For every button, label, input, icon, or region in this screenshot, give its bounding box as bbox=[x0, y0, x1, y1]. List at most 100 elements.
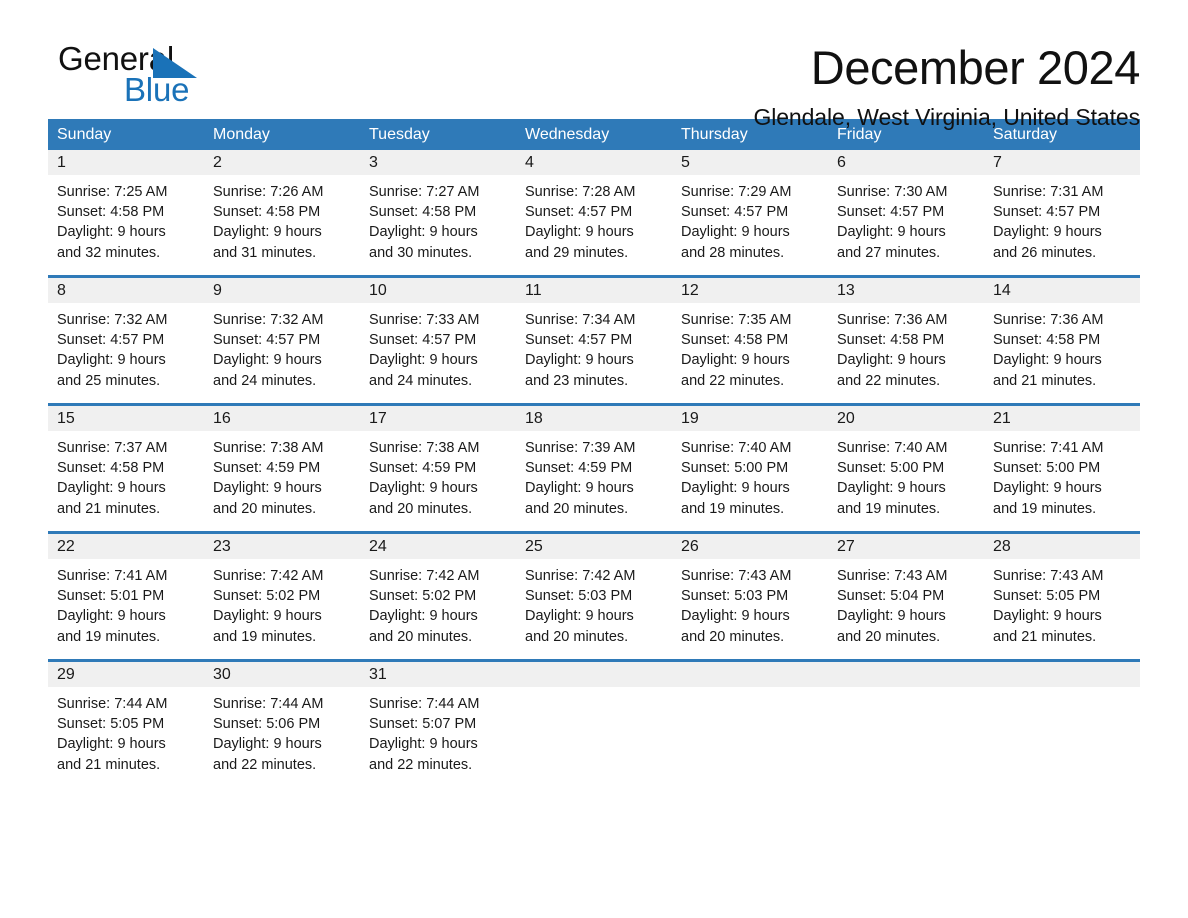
sunset-text: Sunset: 4:58 PM bbox=[369, 204, 477, 221]
sunset-text: Sunset: 4:58 PM bbox=[837, 332, 945, 349]
day-cell[interactable]: 18 Sunrise: 7:39 AM Sunset: 4:59 PM Dayl… bbox=[516, 406, 672, 520]
sunset-text: Sunset: 5:04 PM bbox=[837, 588, 945, 605]
day-cell[interactable]: 28 Sunrise: 7:43 AM Sunset: 5:05 PM Dayl… bbox=[984, 534, 1140, 648]
day-number: 2 bbox=[213, 154, 222, 171]
day-cell[interactable]: 22 Sunrise: 7:41 AM Sunset: 5:01 PM Dayl… bbox=[48, 534, 204, 648]
sunset-text: Sunset: 5:02 PM bbox=[369, 588, 477, 605]
day-cell[interactable]: 12 Sunrise: 7:35 AM Sunset: 4:58 PM Dayl… bbox=[672, 278, 828, 392]
daylight-text-line1: Daylight: 9 hours bbox=[993, 224, 1102, 241]
day-cell[interactable]: 23 Sunrise: 7:42 AM Sunset: 5:02 PM Dayl… bbox=[204, 534, 360, 648]
day-cell[interactable]: 26 Sunrise: 7:43 AM Sunset: 5:03 PM Dayl… bbox=[672, 534, 828, 648]
sunrise-text: Sunrise: 7:40 AM bbox=[681, 440, 792, 456]
day-number-band: 14 bbox=[984, 278, 1140, 303]
week-row: 29 Sunrise: 7:44 AM Sunset: 5:05 PM Dayl… bbox=[48, 659, 1140, 776]
sunset-text: Sunset: 4:57 PM bbox=[837, 204, 945, 221]
day-number-band: 10 bbox=[360, 278, 516, 303]
sunset-text: Sunset: 5:03 PM bbox=[525, 588, 633, 605]
day-cell[interactable]: 4 Sunrise: 7:28 AM Sunset: 4:57 PM Dayli… bbox=[516, 150, 672, 264]
day-details: Sunrise: 7:34 AM Sunset: 4:57 PM Dayligh… bbox=[516, 303, 672, 392]
day-cell[interactable]: 20 Sunrise: 7:40 AM Sunset: 5:00 PM Dayl… bbox=[828, 406, 984, 520]
daylight-text-line2: and 20 minutes. bbox=[681, 628, 785, 645]
day-details: Sunrise: 7:29 AM Sunset: 4:57 PM Dayligh… bbox=[672, 175, 828, 264]
day-number-band: 18 bbox=[516, 406, 672, 431]
day-cell-empty bbox=[516, 662, 672, 776]
day-number-band: 17 bbox=[360, 406, 516, 431]
day-cell[interactable]: 24 Sunrise: 7:42 AM Sunset: 5:02 PM Dayl… bbox=[360, 534, 516, 648]
daylight-text-line2: and 21 minutes. bbox=[993, 372, 1097, 389]
day-cell[interactable]: 8 Sunrise: 7:32 AM Sunset: 4:57 PM Dayli… bbox=[48, 278, 204, 392]
daylight-text-line1: Daylight: 9 hours bbox=[213, 352, 322, 369]
day-cell[interactable]: 5 Sunrise: 7:29 AM Sunset: 4:57 PM Dayli… bbox=[672, 150, 828, 264]
week-row: 8 Sunrise: 7:32 AM Sunset: 4:57 PM Dayli… bbox=[48, 275, 1140, 392]
day-cell-empty bbox=[828, 662, 984, 776]
day-details: Sunrise: 7:36 AM Sunset: 4:58 PM Dayligh… bbox=[828, 303, 984, 392]
day-number-band: 3 bbox=[360, 150, 516, 175]
day-details: Sunrise: 7:32 AM Sunset: 4:57 PM Dayligh… bbox=[204, 303, 360, 392]
day-cell[interactable]: 10 Sunrise: 7:33 AM Sunset: 4:57 PM Dayl… bbox=[360, 278, 516, 392]
sunset-text: Sunset: 4:59 PM bbox=[369, 460, 477, 477]
daylight-text-line1: Daylight: 9 hours bbox=[525, 480, 634, 497]
day-cell[interactable]: 3 Sunrise: 7:27 AM Sunset: 4:58 PM Dayli… bbox=[360, 150, 516, 264]
daylight-text-line1: Daylight: 9 hours bbox=[837, 352, 946, 369]
day-number: 29 bbox=[57, 666, 75, 683]
page-header: General Blue December 2024 Glendale, Wes… bbox=[48, 0, 1140, 130]
sunset-text: Sunset: 4:57 PM bbox=[525, 332, 633, 349]
day-cell[interactable]: 27 Sunrise: 7:43 AM Sunset: 5:04 PM Dayl… bbox=[828, 534, 984, 648]
day-number-band: 19 bbox=[672, 406, 828, 431]
day-number: 13 bbox=[837, 282, 855, 299]
day-cell[interactable]: 25 Sunrise: 7:42 AM Sunset: 5:03 PM Dayl… bbox=[516, 534, 672, 648]
day-number: 3 bbox=[369, 154, 378, 171]
daylight-text-line2: and 22 minutes. bbox=[837, 372, 941, 389]
day-number-band: 16 bbox=[204, 406, 360, 431]
day-cell[interactable]: 2 Sunrise: 7:26 AM Sunset: 4:58 PM Dayli… bbox=[204, 150, 360, 264]
day-cell[interactable]: 29 Sunrise: 7:44 AM Sunset: 5:05 PM Dayl… bbox=[48, 662, 204, 776]
day-number: 18 bbox=[525, 410, 543, 427]
general-blue-logo[interactable]: General Blue bbox=[48, 42, 278, 114]
day-cell[interactable]: 1 Sunrise: 7:25 AM Sunset: 4:58 PM Dayli… bbox=[48, 150, 204, 264]
day-cell[interactable]: 19 Sunrise: 7:40 AM Sunset: 5:00 PM Dayl… bbox=[672, 406, 828, 520]
day-number: 31 bbox=[369, 666, 387, 683]
sunrise-text: Sunrise: 7:44 AM bbox=[213, 696, 324, 712]
sunrise-text: Sunrise: 7:39 AM bbox=[525, 440, 636, 456]
day-details: Sunrise: 7:30 AM Sunset: 4:57 PM Dayligh… bbox=[828, 175, 984, 264]
day-cell[interactable]: 6 Sunrise: 7:30 AM Sunset: 4:57 PM Dayli… bbox=[828, 150, 984, 264]
day-number-band bbox=[516, 662, 672, 687]
daylight-text-line1: Daylight: 9 hours bbox=[369, 352, 478, 369]
day-cell[interactable]: 14 Sunrise: 7:36 AM Sunset: 4:58 PM Dayl… bbox=[984, 278, 1140, 392]
day-details: Sunrise: 7:38 AM Sunset: 4:59 PM Dayligh… bbox=[204, 431, 360, 520]
day-cell[interactable]: 11 Sunrise: 7:34 AM Sunset: 4:57 PM Dayl… bbox=[516, 278, 672, 392]
day-number-band: 29 bbox=[48, 662, 204, 687]
day-number: 16 bbox=[213, 410, 231, 427]
day-details: Sunrise: 7:42 AM Sunset: 5:02 PM Dayligh… bbox=[360, 559, 516, 648]
sunrise-text: Sunrise: 7:31 AM bbox=[993, 184, 1104, 200]
day-details bbox=[984, 687, 1140, 776]
daylight-text-line1: Daylight: 9 hours bbox=[525, 608, 634, 625]
day-number: 10 bbox=[369, 282, 387, 299]
day-number: 4 bbox=[525, 154, 534, 171]
day-cell[interactable]: 21 Sunrise: 7:41 AM Sunset: 5:00 PM Dayl… bbox=[984, 406, 1140, 520]
sunset-text: Sunset: 5:05 PM bbox=[993, 588, 1101, 605]
sunset-text: Sunset: 5:00 PM bbox=[837, 460, 945, 477]
weekday-header-friday: Friday bbox=[837, 126, 882, 143]
sunset-text: Sunset: 5:02 PM bbox=[213, 588, 321, 605]
daylight-text-line1: Daylight: 9 hours bbox=[213, 608, 322, 625]
day-cell[interactable]: 13 Sunrise: 7:36 AM Sunset: 4:58 PM Dayl… bbox=[828, 278, 984, 392]
day-cell[interactable]: 16 Sunrise: 7:38 AM Sunset: 4:59 PM Dayl… bbox=[204, 406, 360, 520]
day-cell[interactable]: 31 Sunrise: 7:44 AM Sunset: 5:07 PM Dayl… bbox=[360, 662, 516, 776]
sunset-text: Sunset: 4:59 PM bbox=[213, 460, 321, 477]
day-details bbox=[828, 687, 984, 776]
daylight-text-line2: and 29 minutes. bbox=[525, 244, 629, 261]
daylight-text-line1: Daylight: 9 hours bbox=[681, 224, 790, 241]
day-cell[interactable]: 30 Sunrise: 7:44 AM Sunset: 5:06 PM Dayl… bbox=[204, 662, 360, 776]
day-cell[interactable]: 9 Sunrise: 7:32 AM Sunset: 4:57 PM Dayli… bbox=[204, 278, 360, 392]
day-details: Sunrise: 7:26 AM Sunset: 4:58 PM Dayligh… bbox=[204, 175, 360, 264]
day-number-band: 9 bbox=[204, 278, 360, 303]
day-cell[interactable]: 17 Sunrise: 7:38 AM Sunset: 4:59 PM Dayl… bbox=[360, 406, 516, 520]
day-cell[interactable]: 7 Sunrise: 7:31 AM Sunset: 4:57 PM Dayli… bbox=[984, 150, 1140, 264]
weekday-header-saturday: Saturday bbox=[993, 126, 1058, 143]
day-number-band: 8 bbox=[48, 278, 204, 303]
daylight-text-line2: and 32 minutes. bbox=[57, 244, 161, 261]
sunset-text: Sunset: 4:57 PM bbox=[369, 332, 477, 349]
daylight-text-line2: and 22 minutes. bbox=[369, 756, 473, 773]
day-cell[interactable]: 15 Sunrise: 7:37 AM Sunset: 4:58 PM Dayl… bbox=[48, 406, 204, 520]
